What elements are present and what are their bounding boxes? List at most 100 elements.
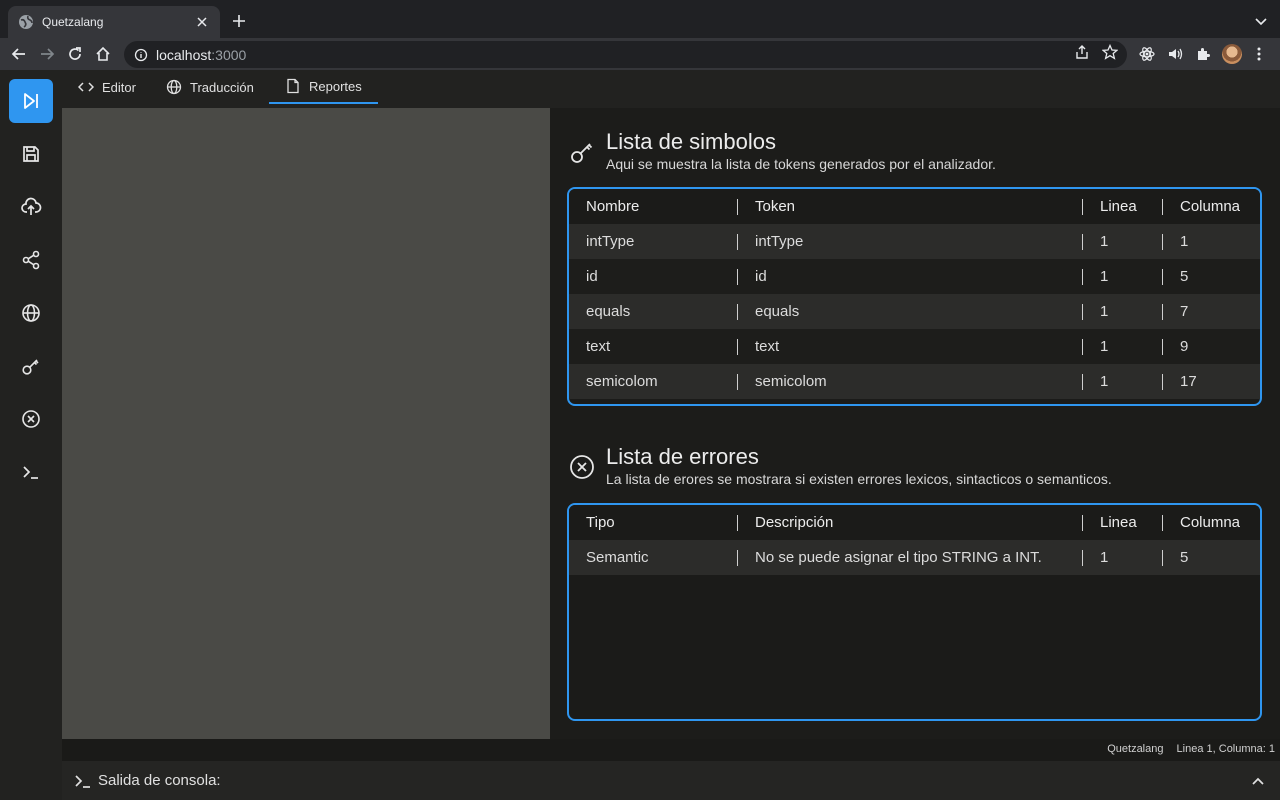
- column-divider: [1162, 374, 1163, 390]
- table-cell: text: [586, 338, 611, 355]
- status-app-name: Quetzalang: [1107, 743, 1164, 755]
- new-tab-icon[interactable]: [230, 12, 248, 30]
- table-cell: intType: [586, 233, 635, 250]
- symbols-subtitle: Aqui se muestra la lista de tokens gener…: [606, 156, 996, 172]
- table-cell: No se puede asignar el tipo STRING a INT…: [755, 549, 1042, 566]
- column-divider: [737, 550, 738, 566]
- url-port: :3000: [211, 46, 247, 63]
- extensions-puzzle-icon[interactable]: [1194, 45, 1212, 63]
- table-row[interactable]: Semantic No se puede asignar el tipo STRI…: [569, 540, 1260, 575]
- column-divider: [1162, 234, 1163, 250]
- column-divider: [1082, 269, 1083, 285]
- play-skip-icon: [24, 93, 38, 109]
- bookmark-star-icon[interactable]: [1102, 44, 1118, 60]
- table-cell: text: [755, 338, 780, 355]
- table-cell: 17: [1180, 373, 1197, 390]
- symbols-button[interactable]: [9, 344, 53, 388]
- forward-icon[interactable]: [38, 45, 56, 63]
- table-cell: 1: [1100, 268, 1109, 285]
- globe-icon: [22, 304, 40, 322]
- table-cell: 1: [1100, 373, 1109, 390]
- errors-column-header[interactable]: Columna: [1180, 505, 1240, 540]
- table-row[interactable]: id id 1 5: [569, 259, 1260, 294]
- column-divider: [1162, 339, 1163, 355]
- key-icon: [571, 143, 593, 163]
- column-divider: [1082, 374, 1083, 390]
- symbols-column-header[interactable]: Columna: [1180, 189, 1240, 224]
- address-bar[interactable]: localhost:3000: [124, 41, 1127, 68]
- status-info: Quetzalang Linea 1, Columna: 1: [1097, 743, 1275, 755]
- table-row[interactable]: equals equals 1 7: [569, 294, 1260, 329]
- table-cell: semicolom: [586, 373, 658, 390]
- errors-header-row: Tipo Descripción Linea Columna: [569, 505, 1260, 540]
- app-root: Editor Traducción Reportes Lista de simb…: [0, 70, 1280, 800]
- table-cell: 1: [1100, 549, 1109, 566]
- column-divider: [1082, 304, 1083, 320]
- table-cell: 5: [1180, 268, 1189, 285]
- errors-column-header[interactable]: Descripción: [755, 505, 833, 540]
- profile-avatar[interactable]: [1222, 44, 1242, 64]
- column-divider: [737, 269, 738, 285]
- column-divider: [737, 234, 738, 250]
- error-circle-icon: [22, 410, 40, 428]
- table-cell: equals: [755, 303, 800, 320]
- home-icon[interactable]: [94, 45, 112, 63]
- column-divider: [1082, 550, 1083, 566]
- column-divider: [1082, 234, 1083, 250]
- status-bar: Quetzalang Linea 1, Columna: 1: [62, 739, 1280, 761]
- translate-button[interactable]: [9, 291, 53, 335]
- error-circle-icon: [570, 455, 594, 479]
- upload-button[interactable]: [9, 185, 53, 229]
- symbols-column-header[interactable]: Nombre: [586, 189, 639, 224]
- column-divider: [737, 339, 738, 355]
- table-cell: 5: [1180, 549, 1189, 566]
- column-divider: [1162, 304, 1163, 320]
- errors-title: Lista de errores: [606, 444, 759, 469]
- share-button[interactable]: [9, 238, 53, 282]
- browser-tab[interactable]: Quetzalang: [8, 6, 220, 38]
- console-label: Salida de consola:: [98, 772, 221, 789]
- key-icon: [22, 359, 39, 375]
- symbols-column-header[interactable]: Linea: [1100, 189, 1137, 224]
- save-button[interactable]: [9, 132, 53, 176]
- chevron-up-icon[interactable]: [1250, 773, 1266, 789]
- back-icon[interactable]: [10, 45, 28, 63]
- console-button[interactable]: [9, 450, 53, 494]
- errors-header: Lista de errores La lista de erores se m…: [568, 443, 1112, 487]
- table-cell: 1: [1100, 303, 1109, 320]
- table-cell: 1: [1100, 233, 1109, 250]
- column-divider: [737, 304, 738, 320]
- status-position: Linea 1, Columna: 1: [1176, 743, 1275, 755]
- table-cell: id: [755, 268, 767, 285]
- table-row[interactable]: text text 1 9: [569, 329, 1260, 364]
- tab-search-chevron-icon[interactable]: [1254, 14, 1268, 28]
- table-cell: 9: [1180, 338, 1189, 355]
- tab-traduccion[interactable]: Traducción: [166, 70, 254, 104]
- table-cell: intType: [755, 233, 804, 250]
- tab-reportes[interactable]: Reportes: [269, 70, 378, 104]
- site-info-icon[interactable]: [134, 48, 148, 62]
- browser-menu-icon[interactable]: [1250, 45, 1268, 63]
- column-divider: [737, 199, 738, 215]
- react-devtools-icon[interactable]: [1138, 45, 1156, 63]
- table-row[interactable]: semicolom semicolom 1 17: [569, 364, 1260, 399]
- console-bar[interactable]: Salida de consola:: [62, 761, 1280, 800]
- errors-column-header[interactable]: Linea: [1100, 505, 1137, 540]
- cloud-upload-icon: [21, 197, 42, 215]
- errors-column-header[interactable]: Tipo: [586, 505, 615, 540]
- errors-table: Tipo Descripción Linea Columna Semantic No se…: [567, 503, 1262, 721]
- close-tab-icon[interactable]: [194, 14, 210, 30]
- document-icon: [287, 78, 299, 94]
- reload-icon[interactable]: [66, 45, 84, 63]
- run-button[interactable]: [9, 79, 53, 123]
- speaker-icon[interactable]: [1166, 45, 1184, 63]
- symbols-column-header[interactable]: Token: [755, 189, 795, 224]
- table-cell: id: [586, 268, 598, 285]
- editor-pane[interactable]: [62, 108, 550, 739]
- table-row[interactable]: intType intType 1 1: [569, 224, 1260, 259]
- tab-editor[interactable]: Editor: [78, 70, 136, 104]
- errors-button[interactable]: [9, 397, 53, 441]
- browser-tabbar: Quetzalang: [0, 0, 1280, 38]
- share-icon[interactable]: [1074, 44, 1090, 60]
- browser-toolbar: localhost:3000: [0, 38, 1280, 70]
